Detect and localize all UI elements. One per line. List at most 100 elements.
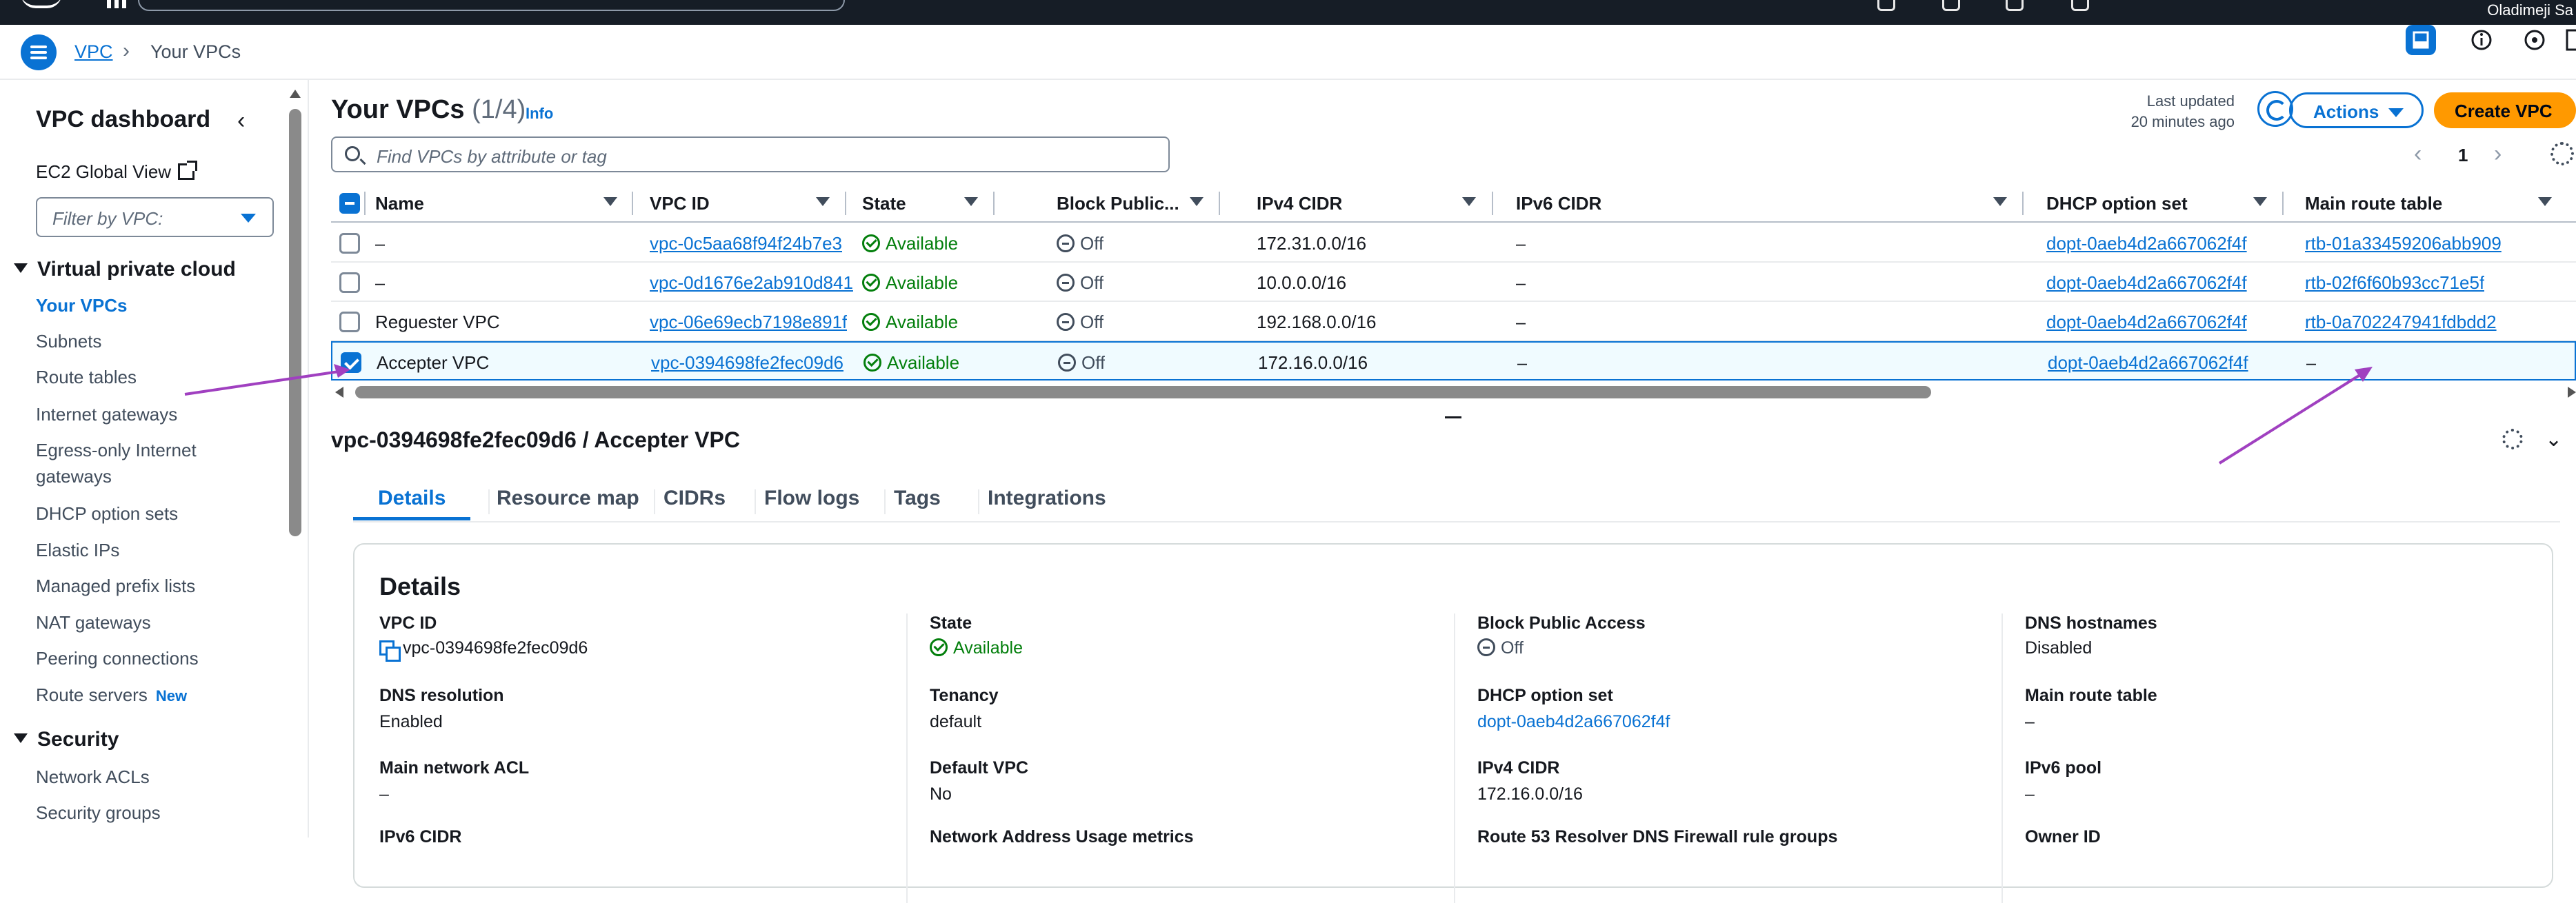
cell-text[interactable]: vpc-0d1676e2ab910d841: [650, 272, 853, 293]
global-search-input[interactable]: [138, 0, 845, 11]
aws-logo[interactable]: [21, 0, 62, 8]
sidebar-item-subnets[interactable]: Subnets: [36, 328, 222, 354]
cell-text[interactable]: dopt-0aeb4d2a667062f4f: [2048, 352, 2248, 373]
tab-resource-map[interactable]: Resource map: [497, 487, 639, 510]
table-horizontal-scrollbar[interactable]: [331, 383, 2576, 401]
sidebar-item-network-acls[interactable]: Network ACLs: [36, 764, 222, 790]
account-menu[interactable]: Oladimeji Sa: [2487, 1, 2573, 19]
tab-tags[interactable]: Tags: [894, 487, 941, 510]
cell-dhcp-option-set[interactable]: dopt-0aeb4d2a667062f4f: [2048, 352, 2248, 374]
tab-cidrs[interactable]: CIDRs: [663, 487, 726, 510]
cell-dhcp-option-set[interactable]: dopt-0aeb4d2a667062f4f: [2046, 272, 2247, 294]
cell-text[interactable]: dopt-0aeb4d2a667062f4f: [2046, 272, 2247, 293]
tab-integrations[interactable]: Integrations: [988, 487, 1106, 510]
cell-main-route-table[interactable]: rtb-02f6f60b93cc71e5f: [2305, 272, 2484, 294]
cell-vpc-id[interactable]: vpc-06e69ecb7198e891f: [650, 312, 847, 333]
table-row[interactable]: Accepter VPC vpc-0394698fe2fec09d6 Availab…: [331, 341, 2576, 381]
sort-icon[interactable]: [816, 197, 830, 206]
vpc-id-value[interactable]: vpc-0394698fe2fec09d6: [379, 638, 588, 662]
sidebar-item-egress-only-internet-gateways[interactable]: Egress-only Internet gateways: [36, 437, 222, 489]
page-number[interactable]: 1: [2458, 145, 2468, 166]
cell-text[interactable]: rtb-0a702247941fdbdd2: [2305, 312, 2497, 332]
split-panel-icon[interactable]: [2406, 25, 2436, 55]
sidebar-item-internet-gateways[interactable]: Internet gateways: [36, 401, 222, 427]
collapse-sidebar-icon[interactable]: ‹: [237, 108, 245, 134]
cell-text[interactable]: vpc-0394698fe2fec09d6: [651, 352, 843, 373]
sort-icon[interactable]: [964, 197, 978, 206]
breadcrumb-vpc-link[interactable]: VPC: [74, 41, 113, 63]
cell-vpc-id[interactable]: vpc-0c5aa68f94f24b7e3: [650, 233, 842, 254]
select-all-checkbox[interactable]: [339, 193, 360, 214]
sidebar-item-dhcp-option-sets[interactable]: DHCP option sets: [36, 500, 222, 527]
info-icon[interactable]: [2466, 25, 2497, 55]
sidebar-item-your-vpcs[interactable]: Your VPCs: [36, 292, 222, 318]
vpc-search-input[interactable]: Find VPCs by attribute or tag: [331, 136, 1170, 172]
cell-text[interactable]: rtb-02f6f60b93cc71e5f: [2305, 272, 2484, 293]
sidebar-item-elastic-ips[interactable]: Elastic IPs: [36, 537, 222, 563]
cloudshell-icon[interactable]: [1877, 0, 1895, 11]
table-row[interactable]: Reguester VPC vpc-06e69ecb7198e891f Availa…: [331, 302, 2576, 341]
scrollbar-thumb[interactable]: [289, 109, 301, 536]
column-header-block-public-access[interactable]: Block Public...: [1057, 193, 1179, 214]
split-panel-resize-handle[interactable]: [1445, 416, 1461, 418]
tab-flow-logs[interactable]: Flow logs: [764, 487, 859, 510]
cell-main-route-table[interactable]: rtb-0a702247941fdbdd2: [2305, 312, 2497, 333]
actions-button[interactable]: Actions: [2289, 92, 2424, 128]
feedback-icon[interactable]: [2519, 25, 2550, 55]
cell-dhcp-option-set[interactable]: dopt-0aeb4d2a667062f4f: [2046, 233, 2247, 254]
row-checkbox[interactable]: [341, 352, 361, 373]
dhcp-option-set-link[interactable]: dopt-0aeb4d2a667062f4f: [1477, 712, 1670, 732]
tab-details[interactable]: Details: [378, 487, 446, 510]
table-row[interactable]: – vpc-0c5aa68f94f24b7e3 Available Off 172.31…: [331, 223, 2576, 263]
create-vpc-button[interactable]: Create VPC: [2434, 92, 2576, 128]
cell-main-route-table[interactable]: rtb-01a33459206abb909: [2305, 233, 2502, 254]
next-page-icon[interactable]: ›: [2494, 141, 2502, 168]
scroll-up-arrow-icon[interactable]: [290, 90, 301, 98]
sidebar-item-nat-gateways[interactable]: NAT gateways: [36, 609, 222, 636]
sidebar-title[interactable]: VPC dashboard: [36, 106, 210, 133]
copy-icon[interactable]: [379, 640, 401, 662]
vpc-filter-select[interactable]: Filter by VPC:: [36, 197, 274, 237]
cell-text[interactable]: vpc-06e69ecb7198e891f: [650, 312, 847, 332]
column-header-dhcp-option-set[interactable]: DHCP option set: [2046, 193, 2188, 214]
sort-icon[interactable]: [1462, 197, 1476, 206]
section-virtual-private-cloud[interactable]: Virtual private cloud: [14, 258, 236, 281]
split-panel-settings-icon[interactable]: [2502, 429, 2523, 449]
scroll-left-arrow-icon[interactable]: [335, 387, 343, 398]
preferences-gear-icon[interactable]: [2550, 142, 2574, 165]
previous-page-icon[interactable]: ‹: [2414, 141, 2422, 168]
column-header-main-route-table[interactable]: Main route table: [2305, 193, 2442, 214]
sort-icon[interactable]: [1190, 197, 1204, 206]
scrollbar-thumb[interactable]: [355, 386, 1931, 398]
column-header-name[interactable]: Name: [375, 193, 424, 214]
cell-vpc-id[interactable]: vpc-0394698fe2fec09d6: [651, 352, 843, 374]
column-header-ipv6-cidr[interactable]: IPv6 CIDR: [1516, 193, 1601, 214]
cell-text[interactable]: vpc-0c5aa68f94f24b7e3: [650, 233, 842, 254]
sort-icon[interactable]: [603, 197, 617, 206]
tools-panel-icon[interactable]: [2564, 25, 2576, 55]
settings-icon[interactable]: [2071, 0, 2089, 11]
sort-icon[interactable]: [2253, 197, 2267, 206]
row-checkbox[interactable]: [339, 272, 360, 293]
cell-text[interactable]: dopt-0aeb4d2a667062f4f: [2046, 312, 2247, 332]
sidebar-item-security-groups[interactable]: Security groups: [36, 800, 222, 826]
notifications-icon[interactable]: [1942, 0, 1960, 11]
column-header-ipv4-cidr[interactable]: IPv4 CIDR: [1257, 193, 1342, 214]
sidebar-scrollbar[interactable]: [288, 90, 303, 834]
sidebar-item-peering-connections[interactable]: Peering connections: [36, 645, 222, 671]
sort-icon[interactable]: [1993, 197, 2007, 206]
info-link[interactable]: Info: [526, 105, 553, 123]
menu-icon[interactable]: [21, 34, 57, 70]
cell-dhcp-option-set[interactable]: dopt-0aeb4d2a667062f4f: [2046, 312, 2247, 333]
services-grid-icon[interactable]: [107, 0, 126, 8]
ec2-global-view-link[interactable]: EC2 Global View: [36, 161, 198, 183]
section-security[interactable]: Security: [14, 728, 119, 751]
sidebar-item-managed-prefix-lists[interactable]: Managed prefix lists: [36, 573, 222, 599]
row-checkbox[interactable]: [339, 312, 360, 332]
chevron-down-icon[interactable]: ⌄: [2545, 427, 2562, 452]
sort-icon[interactable]: [2538, 197, 2552, 206]
scroll-right-arrow-icon[interactable]: [2568, 387, 2576, 398]
help-icon[interactable]: [2006, 0, 2024, 11]
sidebar-item-route-servers[interactable]: Route servers New: [36, 682, 222, 709]
cell-vpc-id[interactable]: vpc-0d1676e2ab910d841: [650, 272, 853, 294]
